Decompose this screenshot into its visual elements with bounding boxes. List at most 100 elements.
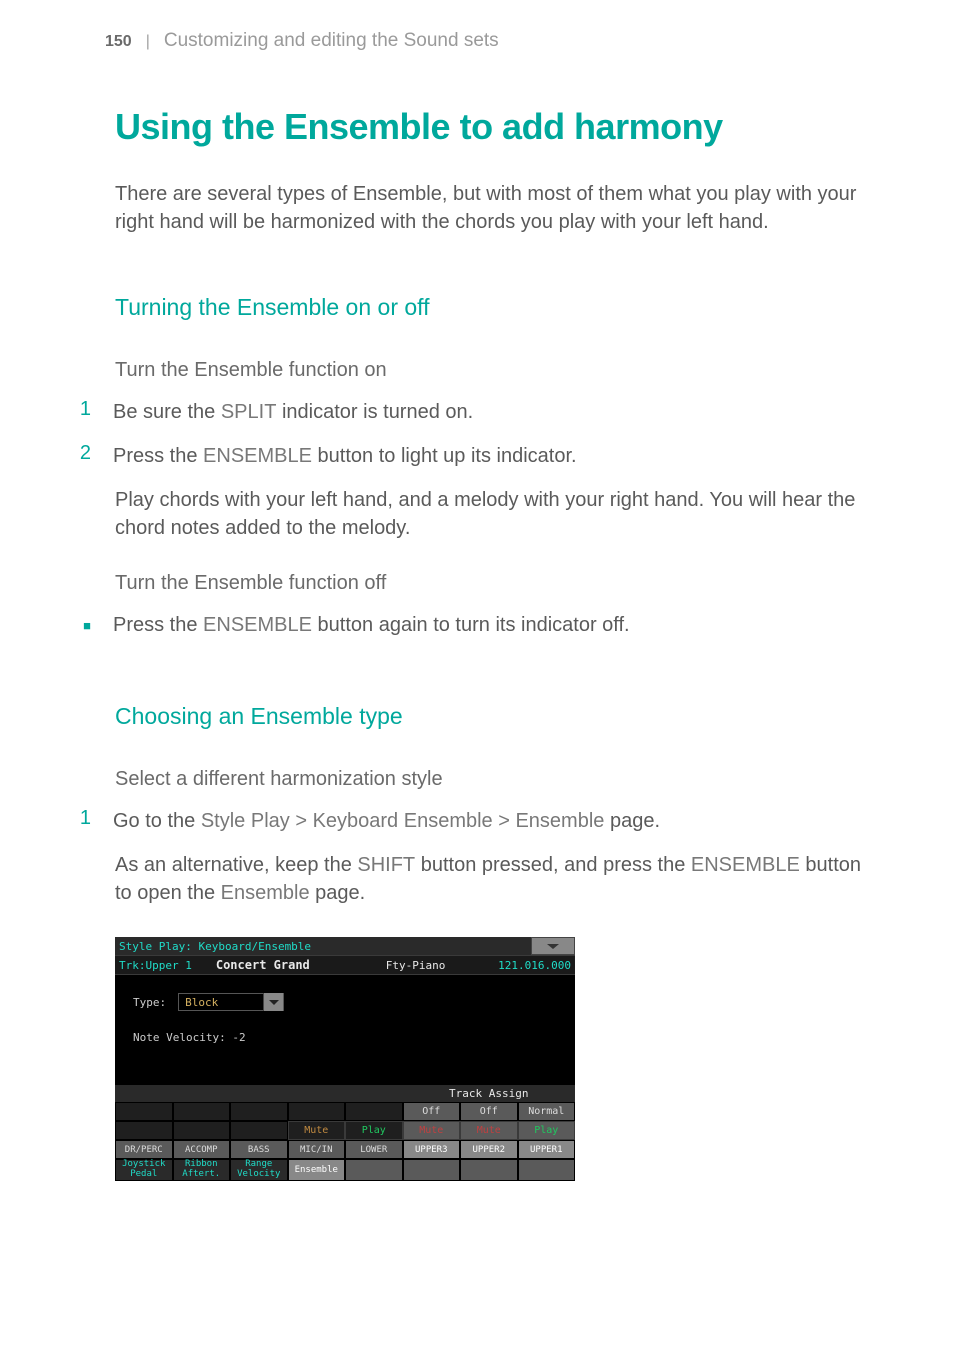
ui-status-micin[interactable]: Mute xyxy=(288,1121,346,1140)
subsection-title-onoff: Turning the Ensemble on or off xyxy=(75,294,864,321)
chevron-down-icon xyxy=(547,944,559,949)
ui-tab-ribbon[interactable]: Ribbon Aftert. xyxy=(173,1159,231,1181)
ui-cell-empty xyxy=(115,1102,173,1121)
ui-cell-empty xyxy=(173,1102,231,1121)
ui-body: Type: Block Note Velocity: -2 xyxy=(115,975,575,1085)
ui-col-drperc[interactable]: DR/PERC xyxy=(115,1140,173,1159)
step-heading-select: Select a different harmonization style xyxy=(75,768,864,791)
step-number: 1 xyxy=(75,398,91,426)
ui-cell-empty xyxy=(230,1102,288,1121)
keyword-path: Style Play > Keyboard Ensemble > Ensembl… xyxy=(201,810,605,832)
ui-track-assign-label: Track Assign xyxy=(449,1087,528,1100)
text-pre: Press the xyxy=(113,614,203,636)
text-post: page. xyxy=(310,882,366,904)
step-number: 2 xyxy=(75,442,91,470)
text-post: indicator is turned on. xyxy=(276,401,473,423)
ui-col-upper1[interactable]: UPPER1 xyxy=(518,1140,576,1159)
ui-cell-empty xyxy=(115,1121,173,1140)
ui-col-bass[interactable]: BASS xyxy=(230,1140,288,1159)
text-pre: Go to the xyxy=(113,810,201,832)
step-text: Press the ENSEMBLE button to light up it… xyxy=(113,442,864,470)
ui-cell-empty xyxy=(288,1102,346,1121)
ui-cell-empty xyxy=(518,1159,576,1181)
keyword-shift: SHIFT xyxy=(357,854,415,876)
step-text: Be sure the SPLIT indicator is turned on… xyxy=(113,398,864,426)
ui-header-row: DR/PERC ACCOMP BASS MIC/IN LOWER UPPER3 … xyxy=(115,1140,575,1159)
ui-type-label: Type: xyxy=(133,996,166,1009)
ui-col-upper3[interactable]: UPPER3 xyxy=(403,1140,461,1159)
keyword-ensemble: ENSEMBLE xyxy=(691,854,800,876)
ui-col-accomp[interactable]: ACCOMP xyxy=(173,1140,231,1159)
ui-type-row: Type: Block xyxy=(133,993,565,1011)
bullet-off: ■ Press the ENSEMBLE button again to tur… xyxy=(75,611,864,639)
ui-spacer xyxy=(115,1085,403,1102)
ui-cell-empty xyxy=(345,1159,403,1181)
page-header: 150 | Customizing and editing the Sound … xyxy=(75,30,864,52)
ui-tab-joystick[interactable]: Joystick Pedal xyxy=(115,1159,173,1181)
ui-status-row: Mute Play Mute Mute Play xyxy=(115,1121,575,1140)
ui-titlebar-text: Style Play: Keyboard/Ensemble xyxy=(115,940,311,953)
intro-paragraph: There are several types of Ensemble, but… xyxy=(75,180,864,236)
section-name: Customizing and editing the Sound sets xyxy=(164,30,499,52)
ui-titlebar: Style Play: Keyboard/Ensemble xyxy=(115,937,575,955)
ui-trackbar: Trk:Upper 1 Concert Grand Fty-Piano 121.… xyxy=(115,955,575,975)
bullet-icon: ■ xyxy=(75,611,91,639)
keyword-ensemble-page: Ensemble xyxy=(221,882,310,904)
alternative-text: As an alternative, keep the SHIFT button… xyxy=(75,851,864,907)
text-mid: button pressed, and press the xyxy=(415,854,691,876)
keyword-ensemble: ENSEMBLE xyxy=(203,614,312,636)
text-pre: As an alternative, keep the xyxy=(115,854,357,876)
ui-cell-empty xyxy=(173,1121,231,1140)
ui-status-upper3[interactable]: Mute xyxy=(403,1121,461,1140)
subsection-title-type: Choosing an Ensemble type xyxy=(75,703,864,730)
step-heading-off: Turn the Ensemble function off xyxy=(75,572,864,595)
ui-track-label[interactable]: Trk:Upper 1 xyxy=(119,959,192,972)
ui-tab-range[interactable]: Range Velocity xyxy=(230,1159,288,1181)
step-2-body: Play chords with your left hand, and a m… xyxy=(75,486,864,542)
step-text: Press the ENSEMBLE button again to turn … xyxy=(113,611,864,639)
page-separator: | xyxy=(146,33,150,51)
ui-tab-ensemble[interactable]: Ensemble xyxy=(288,1159,346,1181)
keyword-split: SPLIT xyxy=(221,401,277,423)
ui-assign-upper1[interactable]: Normal xyxy=(518,1102,576,1121)
step-1-type: 1 Go to the Style Play > Keyboard Ensemb… xyxy=(75,807,864,835)
text-post: button again to turn its indicator off. xyxy=(312,614,630,636)
ui-status-upper1[interactable]: Play xyxy=(518,1121,576,1140)
ui-status-upper2[interactable]: Mute xyxy=(460,1121,518,1140)
ui-dropdown-button[interactable] xyxy=(263,993,283,1011)
ui-track-assign-label-wrap: Track Assign xyxy=(403,1085,576,1102)
ui-fty-label: Fty-Piano xyxy=(386,959,446,972)
step-2-on: 2 Press the ENSEMBLE button to light up … xyxy=(75,442,864,470)
step-text: Go to the Style Play > Keyboard Ensemble… xyxy=(113,807,864,835)
text-pre: Be sure the xyxy=(113,401,221,423)
ui-dropdown-value: Block xyxy=(179,996,263,1009)
keyword-ensemble: ENSEMBLE xyxy=(203,445,312,467)
ensemble-ui-screenshot: Style Play: Keyboard/Ensemble Trk:Upper … xyxy=(115,937,575,1181)
step-1-on: 1 Be sure the SPLIT indicator is turned … xyxy=(75,398,864,426)
ui-cell-empty xyxy=(460,1159,518,1181)
text-post: page. xyxy=(604,810,660,832)
ui-status-lower[interactable]: Play xyxy=(345,1121,403,1140)
page-number: 150 xyxy=(105,33,132,51)
step-heading-on: Turn the Ensemble function on xyxy=(75,359,864,382)
ui-assign-upper3[interactable]: Off xyxy=(403,1102,461,1121)
ui-col-upper2[interactable]: UPPER2 xyxy=(460,1140,518,1159)
ui-type-dropdown[interactable]: Block xyxy=(178,993,284,1011)
ui-assign-upper2[interactable]: Off xyxy=(460,1102,518,1121)
ui-note-velocity[interactable]: Note Velocity: -2 xyxy=(133,1031,565,1044)
ui-bank-number: 121.016.000 xyxy=(498,959,571,972)
ui-cell-empty xyxy=(345,1102,403,1121)
step-number: 1 xyxy=(75,807,91,835)
ui-track-assign-header: Track Assign xyxy=(115,1085,575,1102)
ui-col-micin[interactable]: MIC/IN xyxy=(288,1140,346,1159)
main-title: Using the Ensemble to add harmony xyxy=(75,106,864,148)
ui-menu-button[interactable] xyxy=(531,937,575,955)
chevron-down-icon xyxy=(269,1000,279,1005)
ui-col-lower[interactable]: LOWER xyxy=(345,1140,403,1159)
text-pre: Press the xyxy=(113,445,203,467)
text-post: button to light up its indicator. xyxy=(312,445,577,467)
ui-tab-row: Joystick Pedal Ribbon Aftert. Range Velo… xyxy=(115,1159,575,1181)
ui-cell-empty xyxy=(230,1121,288,1140)
ui-assign-row: Off Off Normal xyxy=(115,1102,575,1121)
ui-instrument-name[interactable]: Concert Grand xyxy=(216,958,310,972)
